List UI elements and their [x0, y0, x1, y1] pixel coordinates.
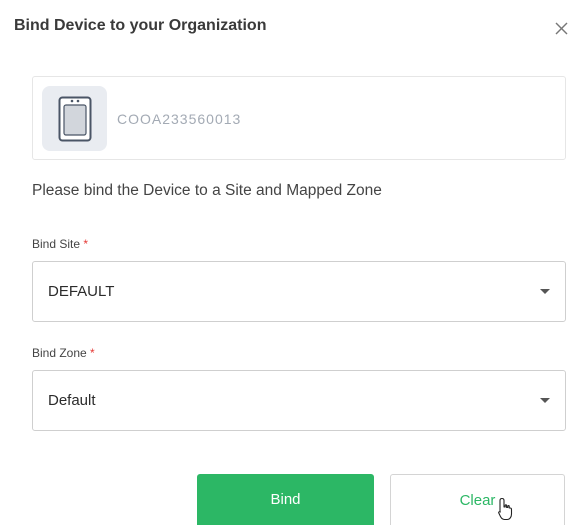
bind-site-select[interactable]: DEFAULT	[32, 261, 566, 322]
bind-instruction: Please bind the Device to a Site and Map…	[32, 182, 382, 199]
chevron-down-icon	[540, 398, 550, 403]
bind-site-label: Bind Site *	[32, 237, 88, 251]
bind-zone-label-text: Bind Zone	[32, 346, 87, 360]
bind-site-label-text: Bind Site	[32, 237, 81, 251]
chevron-down-icon	[540, 289, 550, 294]
close-icon[interactable]	[553, 18, 570, 38]
bind-site-value: DEFAULT	[48, 283, 115, 300]
required-marker: *	[90, 346, 95, 360]
dialog-title: Bind Device to your Organization	[14, 17, 267, 34]
device-card: COOA233560013	[32, 76, 566, 160]
bind-zone-value: Default	[48, 392, 96, 409]
bind-button[interactable]: Bind	[197, 474, 374, 525]
hand-cursor-icon	[498, 497, 513, 521]
device-thumbnail	[42, 86, 107, 151]
device-tablet-icon	[58, 96, 92, 142]
bind-zone-label: Bind Zone *	[32, 346, 95, 360]
required-marker: *	[83, 237, 89, 251]
bind-zone-select[interactable]: Default	[32, 370, 566, 431]
clear-button[interactable]: Clear	[390, 474, 565, 525]
device-id: COOA233560013	[117, 111, 242, 127]
